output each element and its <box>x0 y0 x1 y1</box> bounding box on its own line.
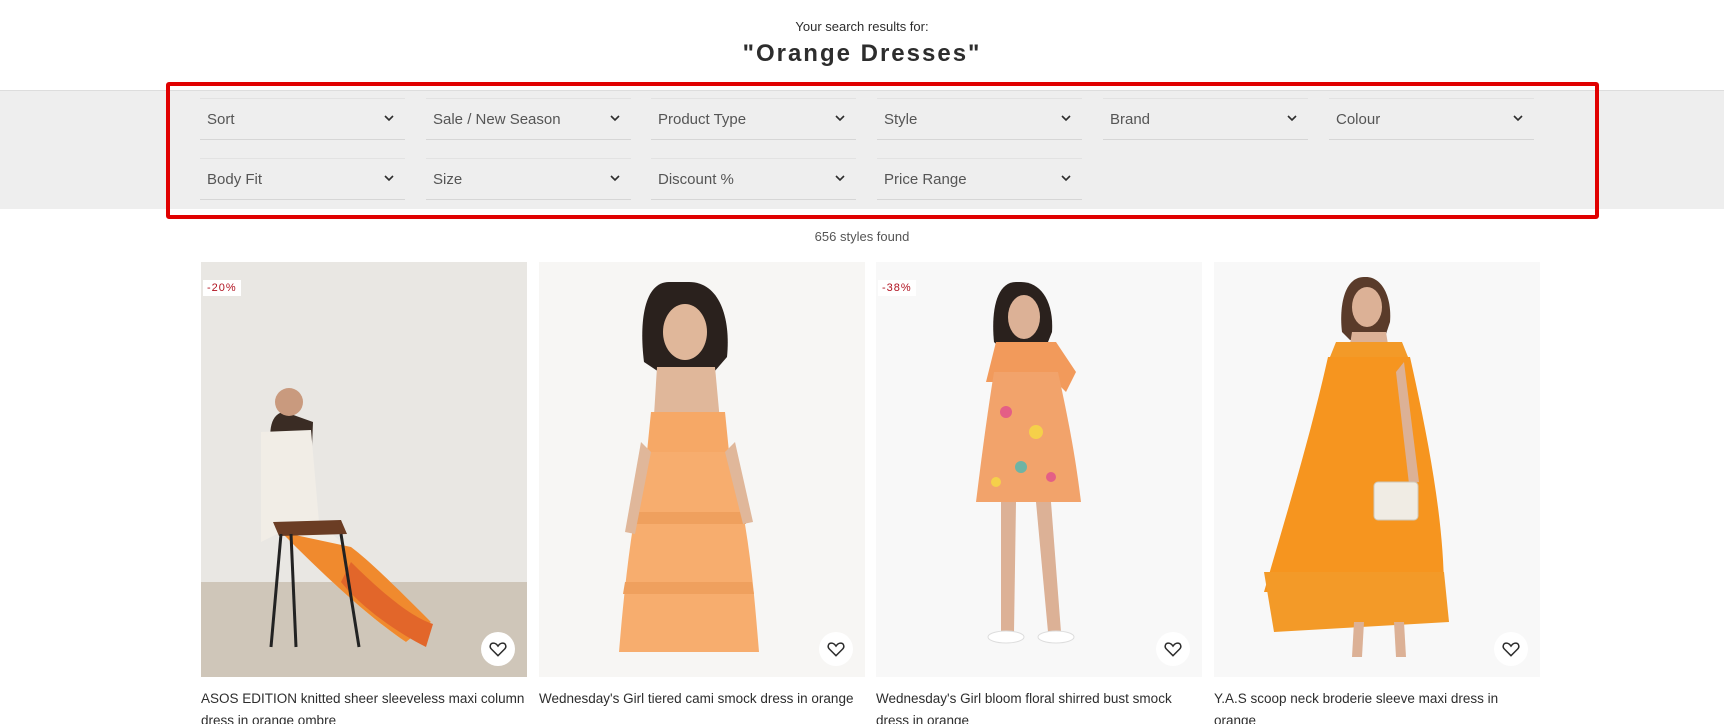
heart-icon <box>1502 642 1520 657</box>
product-photo <box>539 262 865 677</box>
discount-badge: -38% <box>878 280 916 296</box>
search-header: Your search results for: "Orange Dresses… <box>0 0 1724 90</box>
heart-icon <box>1164 642 1182 657</box>
filter-label: Price Range <box>884 171 967 188</box>
filter-sale-new-season[interactable]: Sale / New Season <box>426 98 631 140</box>
filter-label: Style <box>884 111 918 128</box>
filter-colour[interactable]: Colour <box>1329 98 1534 140</box>
save-for-later-button[interactable] <box>1494 632 1528 666</box>
search-subtitle: Your search results for: <box>795 19 929 34</box>
filter-label: Sort <box>207 111 235 128</box>
chevron-down-icon <box>1061 175 1071 182</box>
product-image[interactable] <box>1214 262 1540 677</box>
chevron-down-icon <box>835 115 845 122</box>
product-card[interactable]: -20% ASOS EDITION knitted sheer sleevele… <box>201 262 527 724</box>
chevron-down-icon <box>384 115 394 122</box>
chevron-down-icon <box>835 175 845 182</box>
filter-discount[interactable]: Discount % <box>651 158 856 200</box>
product-card[interactable]: -38% Wednesday's Girl bloom floral shirr… <box>876 262 1202 724</box>
filter-style[interactable]: Style <box>877 98 1082 140</box>
product-title[interactable]: Wednesday's Girl bloom floral shirred bu… <box>876 688 1202 724</box>
product-image[interactable]: -20% <box>201 262 527 677</box>
product-image[interactable] <box>539 262 865 677</box>
chevron-down-icon <box>1513 115 1523 122</box>
chevron-down-icon <box>1287 115 1297 122</box>
filter-label: Size <box>433 171 463 188</box>
results-count: 656 styles found <box>814 229 910 244</box>
product-title[interactable]: ASOS EDITION knitted sheer sleeveless ma… <box>201 688 527 724</box>
heart-icon <box>489 642 507 657</box>
save-for-later-button[interactable] <box>481 632 515 666</box>
product-title[interactable]: Wednesday's Girl tiered cami smock dress… <box>539 688 865 710</box>
filter-size[interactable]: Size <box>426 158 631 200</box>
save-for-later-button[interactable] <box>819 632 853 666</box>
filter-label: Sale / New Season <box>433 111 561 128</box>
product-image[interactable]: -38% <box>876 262 1202 677</box>
discount-badge: -20% <box>203 280 241 296</box>
save-for-later-button[interactable] <box>1156 632 1190 666</box>
product-photo <box>201 262 527 677</box>
filter-sort[interactable]: Sort <box>200 98 405 140</box>
chevron-down-icon <box>384 175 394 182</box>
filter-label: Colour <box>1336 111 1381 128</box>
chevron-down-icon <box>610 115 620 122</box>
filter-body-fit[interactable]: Body Fit <box>200 158 405 200</box>
product-photo <box>1214 262 1540 677</box>
product-card[interactable]: Wednesday's Girl tiered cami smock dress… <box>539 262 865 724</box>
filter-label: Product Type <box>658 111 747 128</box>
search-query-title: "Orange Dresses" <box>742 40 982 67</box>
filter-brand[interactable]: Brand <box>1103 98 1308 140</box>
filter-product-type[interactable]: Product Type <box>651 98 856 140</box>
chevron-down-icon <box>610 175 620 182</box>
product-card[interactable]: Y.A.S scoop neck broderie sleeve maxi dr… <box>1214 262 1540 724</box>
product-title[interactable]: Y.A.S scoop neck broderie sleeve maxi dr… <box>1214 688 1540 724</box>
heart-icon <box>827 642 845 657</box>
filter-label: Body Fit <box>207 171 263 188</box>
chevron-down-icon <box>1061 115 1071 122</box>
product-photo <box>876 262 1202 677</box>
filter-label: Brand <box>1110 111 1151 128</box>
filter-label: Discount % <box>658 171 734 188</box>
filter-price-range[interactable]: Price Range <box>877 158 1082 200</box>
